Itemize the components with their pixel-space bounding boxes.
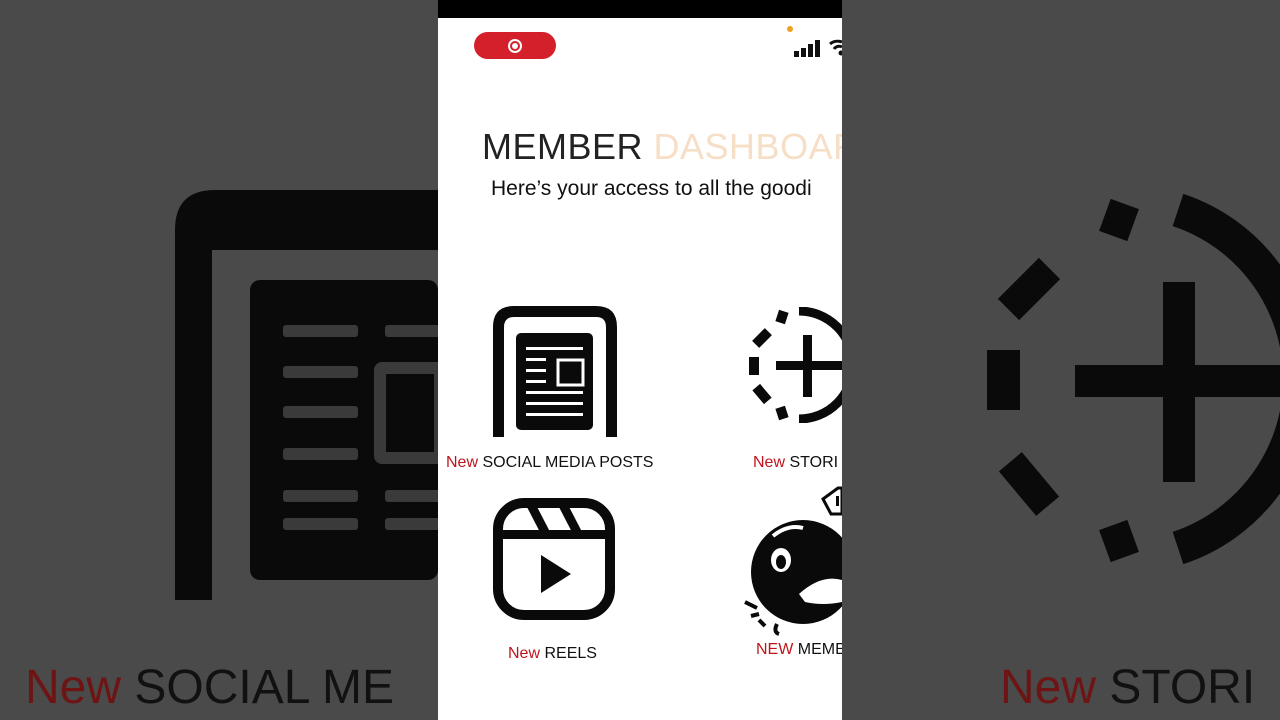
tile-social-media-posts-label[interactable]: New SOCIAL MEDIA POSTS <box>446 454 653 472</box>
new-tag: New <box>508 645 541 662</box>
new-tag: New <box>753 454 786 471</box>
tile-memes-label[interactable]: NEW MEME <box>756 641 842 659</box>
new-tag: NEW <box>756 641 794 658</box>
top-black-bar <box>438 0 842 18</box>
news-post-icon-background <box>175 190 438 600</box>
add-story-icon[interactable] <box>749 307 842 423</box>
background-label-left-text: SOCIAL ME <box>134 661 394 714</box>
background-label-right-text: STORI <box>1109 661 1256 714</box>
meme-face-icon[interactable] <box>743 484 842 636</box>
page-subtitle: Here’s your access to all the goodi <box>491 177 812 200</box>
phone-screen: MEMBER DASHBOAR Here’s your access to al… <box>438 0 842 720</box>
page-title-accent: DASHBOAR <box>653 126 842 167</box>
tile-label-text: STORI <box>789 454 839 471</box>
page-title-main: MEMBER <box>482 126 644 167</box>
background-label-left: New SOCIAL ME <box>25 660 394 715</box>
tile-label-text: MEME <box>797 641 842 658</box>
news-post-icon[interactable] <box>492 305 618 437</box>
screen-record-button[interactable] <box>474 32 556 59</box>
tile-reels-label[interactable]: New REELS <box>508 645 597 663</box>
tile-stories-label[interactable]: New STORI <box>753 454 838 472</box>
background-right: New STORI <box>842 0 1280 720</box>
background-new-tag-right: New <box>1000 661 1097 714</box>
tile-label-text: REELS <box>544 645 597 662</box>
wifi-icon <box>829 39 842 56</box>
tile-label-text: SOCIAL MEDIA POSTS <box>482 454 654 471</box>
page-title: MEMBER DASHBOAR <box>482 126 842 168</box>
signal-icon <box>794 40 820 57</box>
add-story-icon-background <box>987 193 1280 565</box>
background-label-right: New STORI <box>1000 660 1255 715</box>
background-new-tag-left: New <box>25 661 122 714</box>
background-left: New SOCIAL ME <box>0 0 438 720</box>
reels-icon[interactable] <box>493 498 615 620</box>
new-tag: New <box>446 454 479 471</box>
record-icon <box>508 38 522 53</box>
mic-indicator-icon <box>787 26 793 32</box>
